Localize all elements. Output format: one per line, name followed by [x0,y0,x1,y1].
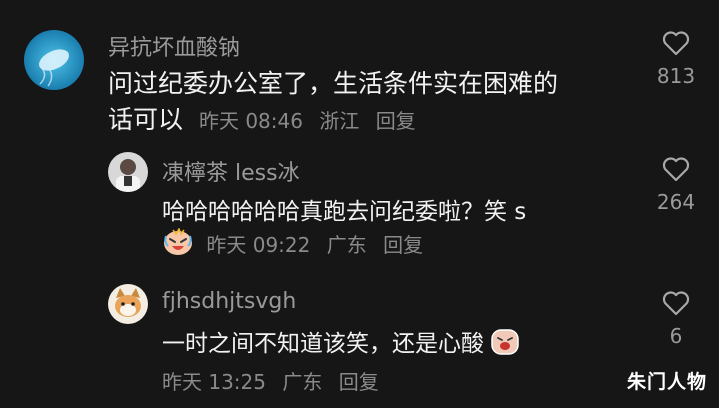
comment-location: 浙江 [319,109,360,133]
comment-text-cont: 话可以 [108,105,184,134]
comment-location: 广东 [326,233,367,257]
cat-avatar[interactable] [108,284,148,324]
heart-icon [662,291,690,316]
comment-text-line: 一时之间不知道该笑，还是心酸 [162,324,520,361]
comment-meta: 昨天 08:46 浙江 回复 [199,109,426,133]
username[interactable]: fjhsdhjtsvgh [162,289,296,314]
person-avatar[interactable] [108,152,148,192]
comment-time: 昨天 09:22 [206,233,311,257]
like-button[interactable]: 6 [648,290,704,348]
watermark: 朱门人物 [626,371,707,393]
reply-button[interactable]: 回复 [376,109,416,133]
comment-text-line2: 话可以 昨天 08:46 浙江 回复 [108,100,426,136]
username[interactable]: 异抗坏血酸钠 [108,30,240,62]
like-button[interactable]: 264 [648,156,704,214]
comment-text: 问过纪委办公室了，生活条件实在困难的 [108,69,559,98]
heart-icon [662,157,690,182]
laughing-crying-emoji [162,227,194,261]
heart-icon [662,31,690,56]
like-count: 813 [656,64,696,88]
comment-text: 哈哈哈哈哈哈真跑去问纪委啦？笑 s [162,199,527,225]
comment-location: 广东 [282,370,323,394]
like-count: 6 [669,324,683,348]
crying-emoji [491,329,520,361]
comment-text: 一时之间不知道该笑，还是心酸 [162,331,484,357]
username[interactable]: 凍檸茶 less冰 [162,155,300,187]
like-count: 264 [656,190,696,214]
reply-button[interactable]: 回复 [383,233,423,257]
reply-button[interactable]: 回复 [339,370,379,394]
comment-time: 昨天 13:25 [162,370,266,394]
jellyfish-avatar[interactable] [24,30,84,90]
comment-meta: 昨天 09:22 广东 回复 [162,227,433,261]
comment-meta: 昨天 13:25 广东 回复 [162,366,389,395]
like-button[interactable]: 813 [648,30,704,88]
comment-time: 昨天 08:46 [198,109,303,133]
